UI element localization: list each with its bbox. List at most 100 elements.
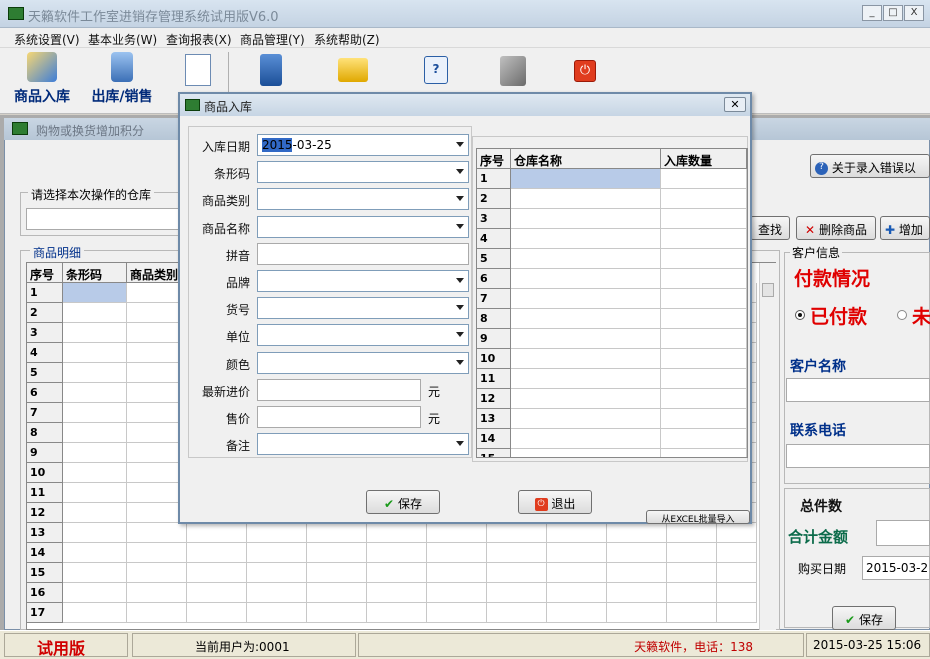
- grid-scrollbar[interactable]: [759, 263, 776, 631]
- maximize-button[interactable]: □: [883, 5, 903, 21]
- scroll-thumb[interactable]: [762, 283, 774, 297]
- grid-cell[interactable]: [127, 563, 187, 583]
- wgrid-cell[interactable]: [661, 389, 747, 409]
- dialog-exit-button[interactable]: ⏻ 退出: [518, 490, 592, 514]
- dropdown-arrow-icon[interactable]: [456, 359, 464, 365]
- grid-cell[interactable]: [367, 563, 427, 583]
- date-combo[interactable]: 2015-03-25: [257, 134, 469, 156]
- wgrid-cell[interactable]: [661, 329, 747, 349]
- dialog-save-button[interactable]: ✔ 保存: [366, 490, 440, 514]
- grid-cell[interactable]: [607, 523, 667, 543]
- wgrid-cell[interactable]: [661, 449, 747, 457]
- wgrid-cell[interactable]: [511, 389, 661, 409]
- wgrid-cell[interactable]: [511, 289, 661, 309]
- dropdown-arrow-icon[interactable]: [456, 332, 464, 338]
- grid-cell[interactable]: [63, 323, 127, 343]
- tools-icon[interactable]: [500, 56, 526, 86]
- grid-cell[interactable]: [367, 523, 427, 543]
- buy-date-input[interactable]: 2015-03-2: [862, 556, 930, 580]
- grid-cell[interactable]: [547, 583, 607, 603]
- wgrid-cell[interactable]: [511, 169, 661, 189]
- grid-cell[interactable]: [717, 563, 757, 583]
- grid-cell[interactable]: [63, 523, 127, 543]
- menu-basic-business[interactable]: 基本业务(W): [88, 31, 157, 48]
- price-input[interactable]: [257, 378, 421, 401]
- grid-cell[interactable]: [247, 563, 307, 583]
- wgrid-cell[interactable]: [511, 349, 661, 369]
- dropdown-arrow-icon[interactable]: [456, 278, 464, 283]
- stock-in-toolbar-button[interactable]: 商品入库: [10, 52, 74, 106]
- grid-cell[interactable]: [247, 543, 307, 563]
- grid-cell[interactable]: [607, 583, 667, 603]
- dropdown-arrow-icon[interactable]: [456, 223, 464, 229]
- menu-system-help[interactable]: 系统帮助(Z): [314, 31, 380, 48]
- wgrid-cell[interactable]: [511, 329, 661, 349]
- grid-cell[interactable]: [187, 583, 247, 603]
- grid-cell[interactable]: [307, 603, 367, 623]
- add-goods-button[interactable]: ✚ 增加: [880, 216, 930, 240]
- grid-cell[interactable]: [63, 443, 127, 463]
- grid-cell[interactable]: [63, 383, 127, 403]
- grid-cell[interactable]: [667, 543, 717, 563]
- database-icon[interactable]: [260, 54, 282, 86]
- grid-cell[interactable]: [63, 483, 127, 503]
- find-button[interactable]: 查找: [750, 216, 790, 240]
- wgrid-cell[interactable]: [661, 209, 747, 229]
- wgrid-cell[interactable]: [511, 269, 661, 289]
- unpaid-radio[interactable]: [897, 310, 907, 320]
- delete-goods-button[interactable]: ✕ 删除商品: [796, 216, 876, 240]
- grid-cell[interactable]: [187, 543, 247, 563]
- wgrid-cell[interactable]: [661, 229, 747, 249]
- grid-cell[interactable]: [487, 543, 547, 563]
- grid-cell[interactable]: [717, 603, 757, 623]
- grid-cell[interactable]: [63, 283, 127, 303]
- grid-cell[interactable]: [547, 563, 607, 583]
- grid-cell[interactable]: [127, 603, 187, 623]
- grid-cell[interactable]: [667, 583, 717, 603]
- power-icon[interactable]: ⏻: [574, 60, 596, 82]
- folder-open-icon[interactable]: [338, 58, 368, 82]
- dropdown-arrow-icon[interactable]: [456, 196, 464, 202]
- customer-save-button[interactable]: ✔ 保存: [832, 606, 896, 630]
- combo-box[interactable]: [257, 324, 469, 347]
- grid-cell[interactable]: [63, 303, 127, 323]
- wgrid-cell[interactable]: [511, 189, 661, 209]
- stock-out-toolbar-button[interactable]: 出库/销售: [86, 52, 158, 106]
- grid-cell[interactable]: [187, 603, 247, 623]
- combo-box[interactable]: [257, 161, 469, 184]
- grid-cell[interactable]: [63, 603, 127, 623]
- grid-cell[interactable]: [547, 603, 607, 623]
- grid-cell[interactable]: [717, 543, 757, 563]
- wgrid-cell[interactable]: [661, 349, 747, 369]
- dropdown-arrow-icon[interactable]: [456, 169, 464, 175]
- wgrid-cell[interactable]: [511, 249, 661, 269]
- grid-cell[interactable]: [307, 543, 367, 563]
- grid-cell[interactable]: [307, 523, 367, 543]
- grid-cell[interactable]: [667, 603, 717, 623]
- grid-cell[interactable]: [427, 543, 487, 563]
- dropdown-arrow-icon[interactable]: [456, 441, 464, 447]
- grid-cell[interactable]: [63, 503, 127, 523]
- grid-cell[interactable]: [487, 563, 547, 583]
- grid-cell[interactable]: [427, 583, 487, 603]
- wgrid-cell[interactable]: [661, 429, 747, 449]
- dropdown-arrow-icon[interactable]: [456, 305, 464, 311]
- menu-goods-management[interactable]: 商品管理(Y): [240, 31, 305, 48]
- grid-cell[interactable]: [247, 583, 307, 603]
- menu-query-reports[interactable]: 查询报表(X): [166, 31, 232, 48]
- grid-cell[interactable]: [187, 523, 247, 543]
- grid-cell[interactable]: [717, 523, 757, 543]
- warehouse-grid[interactable]: 序号 仓库名称 入库数量 123456789101112131415: [476, 148, 748, 458]
- grid-cell[interactable]: [427, 603, 487, 623]
- wgrid-cell[interactable]: [661, 309, 747, 329]
- grid-cell[interactable]: [607, 603, 667, 623]
- grid-cell[interactable]: [367, 543, 427, 563]
- grid-cell[interactable]: [247, 523, 307, 543]
- grid-cell[interactable]: [63, 423, 127, 443]
- grid-cell[interactable]: [607, 563, 667, 583]
- wgrid-cell[interactable]: [511, 429, 661, 449]
- grid-cell[interactable]: [127, 583, 187, 603]
- wgrid-cell[interactable]: [661, 289, 747, 309]
- wgrid-cell[interactable]: [511, 409, 661, 429]
- customer-phone-input[interactable]: [786, 444, 930, 468]
